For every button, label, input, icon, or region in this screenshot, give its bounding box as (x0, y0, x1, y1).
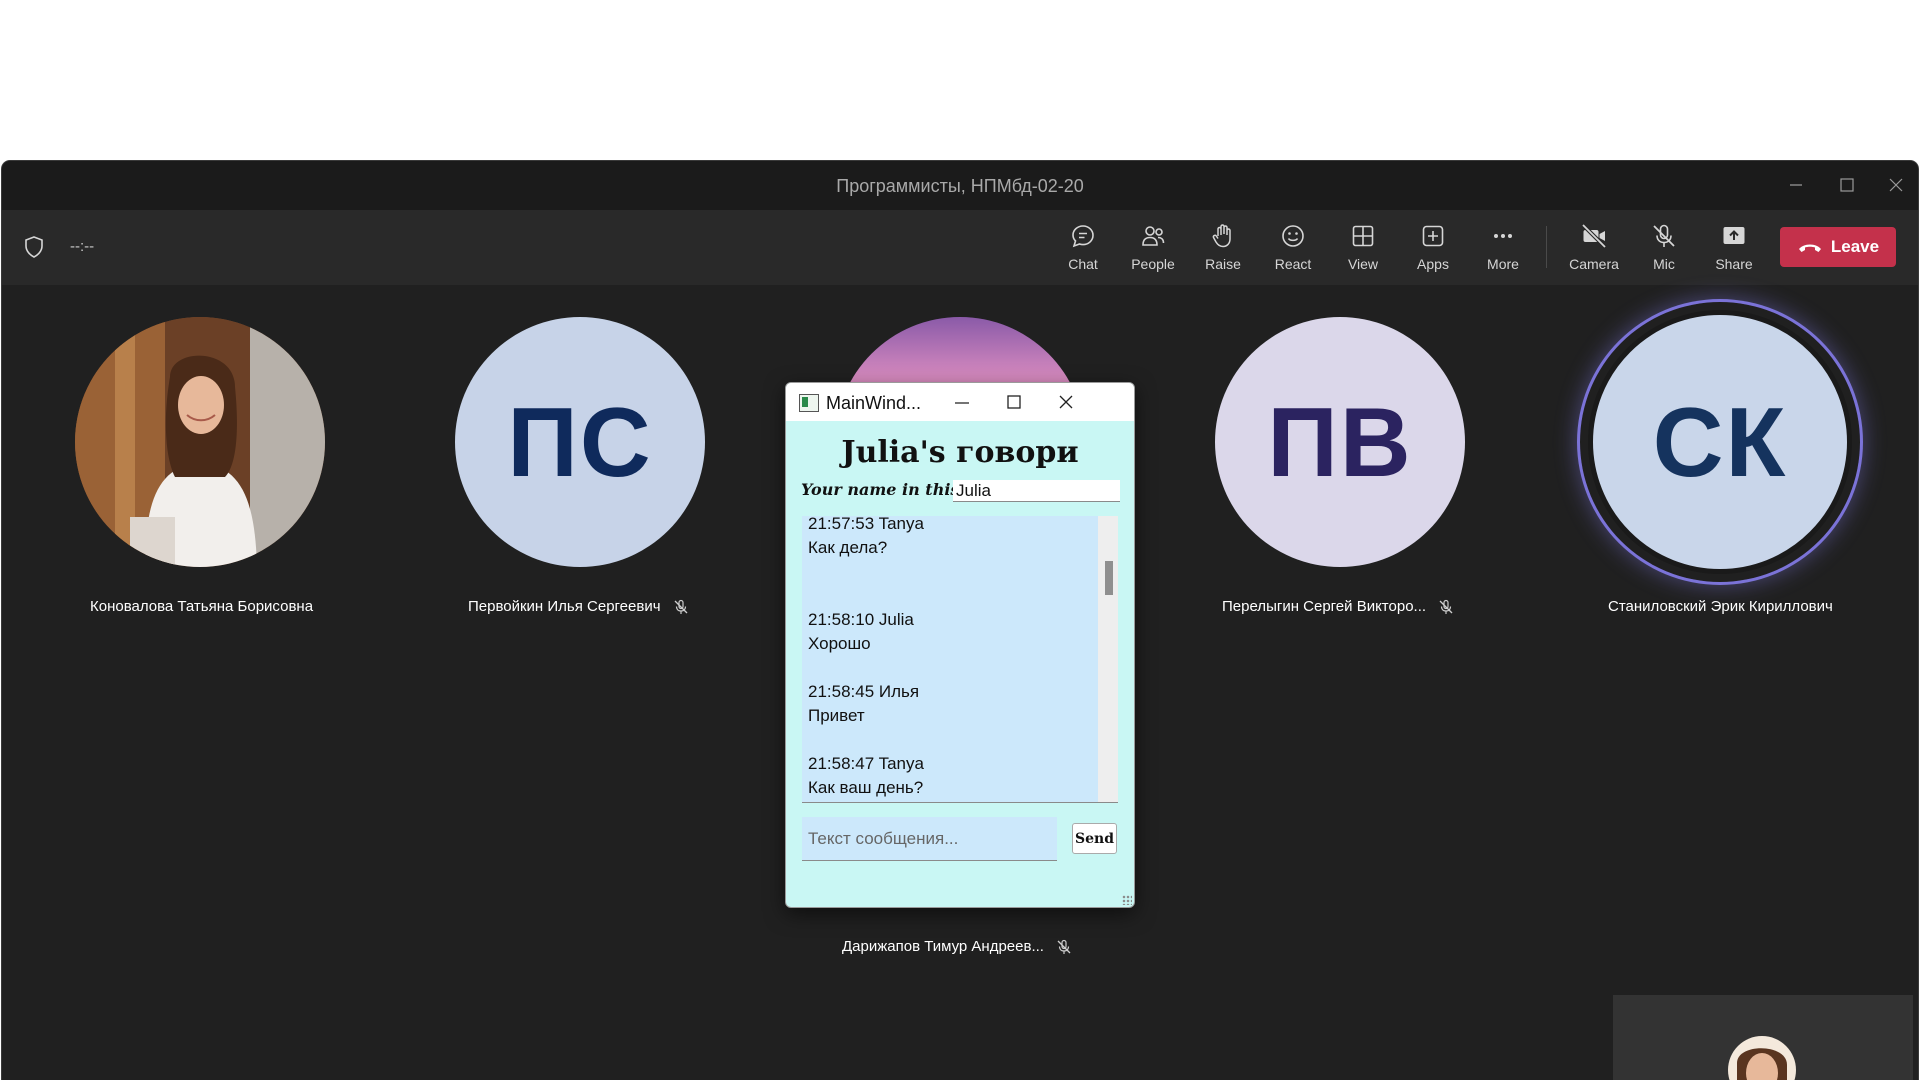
smile-icon (1282, 225, 1304, 247)
chat-button[interactable]: Chat (1051, 222, 1115, 278)
participant-avatar-photo[interactable] (75, 317, 325, 567)
apps-button[interactable]: Apps (1401, 222, 1465, 278)
maximize-icon (1007, 395, 1021, 409)
mic-off-icon (1439, 599, 1453, 614)
react-button[interactable]: React (1261, 222, 1325, 278)
avatar-initials: СК (1652, 386, 1788, 497)
grid-icon (1352, 225, 1374, 247)
message-list-scrollbar[interactable] (1098, 516, 1118, 802)
minimize-button[interactable] (1776, 171, 1816, 199)
participant-avatar-initials[interactable]: ПВ (1215, 317, 1465, 567)
message-item: 21:58:10 Julia Хорошо (808, 608, 914, 656)
mic-off-icon (674, 599, 687, 614)
shield-icon[interactable] (24, 236, 44, 258)
leave-button[interactable]: Leave (1780, 227, 1896, 267)
self-view-photo (1728, 1036, 1796, 1080)
view-button[interactable]: View (1331, 222, 1395, 278)
maximize-icon (1840, 178, 1854, 192)
raise-hand-button[interactable]: Raise (1191, 222, 1255, 278)
person-photo (75, 317, 325, 567)
message-item: 21:57:53 Tanya Как дела? (808, 516, 924, 560)
message-header: 21:58:45 Илья (808, 682, 920, 701)
view-label: View (1347, 256, 1379, 272)
message-text: Хорошо (808, 634, 871, 653)
chat-app-title: MainWind... (826, 393, 922, 413)
participant-name: Перелыгин Сергей Викторо... (1222, 598, 1454, 615)
share-icon (1723, 227, 1745, 244)
participant-name: Дарижапов Тимур Андреев... (842, 938, 1072, 955)
more-button[interactable]: More (1471, 222, 1535, 278)
participant-name: Первойкин Илья Сергеевич (468, 598, 689, 615)
leave-label: Leave (1830, 237, 1880, 256)
meeting-timer: --:-- (70, 238, 95, 255)
app-icon (799, 394, 819, 412)
message-text: Как ваш день? (808, 778, 924, 797)
ellipsis-icon (1494, 234, 1512, 238)
maximize-button[interactable] (996, 388, 1032, 416)
avatar-initials: ПС (507, 386, 653, 497)
message-header: 21:58:47 Tanya (808, 754, 924, 773)
mic-off-icon (1057, 939, 1071, 954)
camera-button[interactable]: Camera (1562, 222, 1626, 278)
raise-label: Raise (1205, 256, 1241, 272)
meeting-toolbar: --:-- Chat People Raise React View Apps … (2, 210, 1918, 285)
name-label: Your name in this u (801, 480, 977, 499)
name-input[interactable] (953, 480, 1120, 502)
minimize-button[interactable] (944, 388, 980, 416)
message-list[interactable]: 21:57:53 Tanya Как дела? 21:58:10 Julia … (802, 516, 1118, 803)
participant-name: Коновалова Татьяна Борисовна (90, 598, 314, 615)
plus-box-icon (1422, 225, 1444, 247)
participant-avatar-initials[interactable]: ПС (455, 317, 705, 567)
chat-heading: Julia's говори (841, 435, 1079, 470)
chat-app-window: MainWind... Julia's говори Your name in … (785, 382, 1135, 908)
send-button[interactable]: Send (1072, 823, 1117, 854)
camera-off-icon (1581, 223, 1607, 249)
title-bar: Программисты, НПМбд-02-20 (2, 161, 1918, 210)
message-text: Привет (808, 706, 865, 725)
people-label: People (1131, 256, 1175, 272)
mic-button[interactable]: Mic (1632, 222, 1696, 278)
participant-avatar-initials[interactable]: СК (1588, 310, 1852, 574)
react-label: React (1274, 256, 1312, 272)
camera-label: Camera (1569, 256, 1619, 272)
avatar-initials: ПВ (1267, 386, 1413, 497)
hand-icon (1212, 224, 1231, 248)
close-icon (1889, 178, 1903, 192)
people-icon (1142, 226, 1165, 246)
more-label: More (1487, 256, 1519, 272)
message-item: 21:58:45 Илья Привет (808, 680, 919, 728)
apps-label: Apps (1417, 256, 1449, 272)
chat-label: Chat (1068, 256, 1098, 272)
message-item: 21:58:47 Tanya Как ваш день? (808, 752, 924, 800)
maximize-button[interactable] (1827, 171, 1867, 199)
message-header: 21:58:10 Julia (808, 610, 914, 629)
share-button[interactable]: Share (1702, 222, 1766, 278)
mic-off-icon (1653, 224, 1675, 247)
minimize-icon (955, 402, 969, 404)
message-input-placeholder: Текст сообщения... (808, 828, 959, 848)
resize-grip[interactable] (1122, 895, 1132, 905)
message-input[interactable]: Текст сообщения... (802, 817, 1057, 861)
chat-icon (1072, 225, 1094, 248)
people-button[interactable]: People (1121, 222, 1185, 278)
mic-label: Mic (1653, 256, 1675, 272)
message-header: 21:57:53 Tanya (808, 516, 924, 533)
close-icon (1059, 395, 1073, 409)
share-label: Share (1715, 256, 1753, 272)
scrollbar-thumb[interactable] (1105, 561, 1113, 595)
close-button[interactable] (1876, 171, 1916, 199)
participant-name: Станиловский Эрик Кириллович (1608, 598, 1833, 615)
chat-app-title-bar: MainWind... (786, 383, 1134, 421)
phone-hangup-icon (1798, 244, 1821, 252)
toolbar-divider (1546, 226, 1547, 268)
message-text: Как дела? (808, 538, 888, 557)
self-view-tile[interactable] (1613, 995, 1913, 1080)
meeting-title: Программисты, НПМбд-02-20 (836, 176, 1084, 196)
close-button[interactable] (1048, 388, 1084, 416)
minimize-icon (1790, 184, 1802, 186)
